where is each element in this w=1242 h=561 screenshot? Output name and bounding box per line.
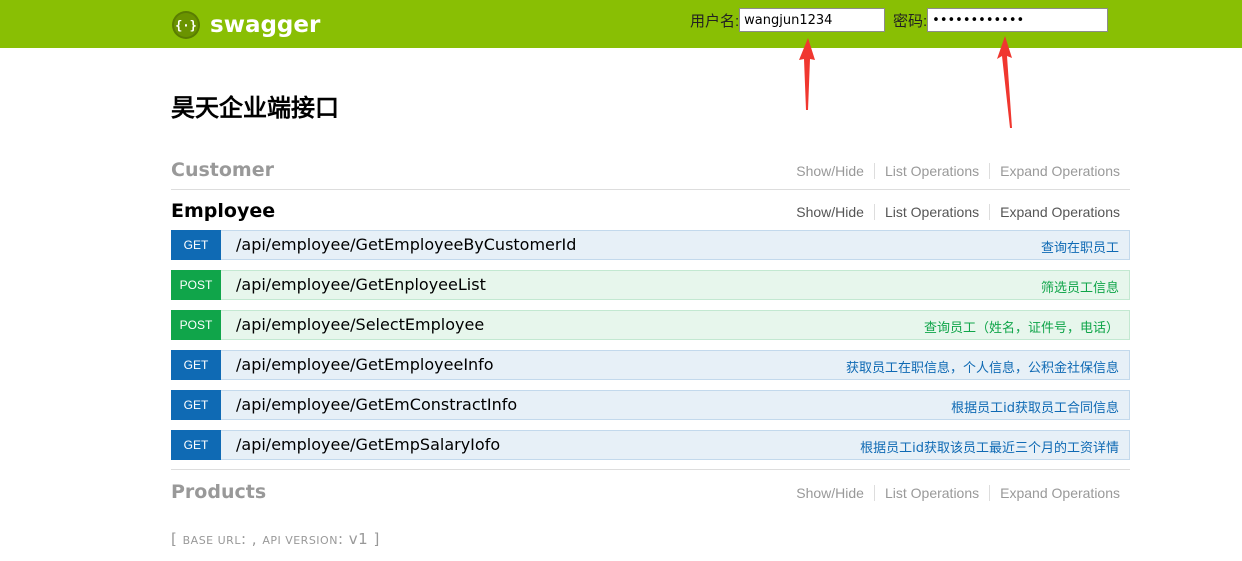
http-method-badge[interactable]: GET — [171, 390, 221, 420]
operation-path[interactable]: /api/employee/GetEnployeeList — [236, 275, 486, 294]
resource-name-products[interactable]: Products — [171, 481, 266, 503]
operation-row[interactable]: GET /api/employee/GetEmployeeByCustomerI… — [171, 230, 1130, 260]
expand-operations-link[interactable]: Expand Operations — [990, 163, 1130, 179]
operation-summary[interactable]: 获取员工在职信息，个人信息，公积金社保信息 — [846, 357, 1119, 376]
operation-summary[interactable]: 根据员工id获取员工合同信息 — [951, 397, 1119, 416]
footer-separator: : — [337, 530, 349, 548]
brand-name: swagger — [210, 12, 321, 38]
top-bar: {·} swagger 用户名: 密码: — [0, 0, 1242, 48]
footer-bracket: ] — [368, 530, 380, 548]
annotation-arrow-icon — [799, 38, 815, 110]
operation-row[interactable]: POST /api/employee/GetEnployeeList 筛选员工信… — [171, 270, 1130, 300]
operation-summary[interactable]: 筛选员工信息 — [1041, 277, 1119, 296]
password-label: 密码: — [893, 12, 928, 30]
divider — [171, 469, 1130, 470]
show-hide-link[interactable]: Show/Hide — [786, 204, 874, 220]
operation-row[interactable]: GET /api/employee/GetEmConstractInfo 根据员… — [171, 390, 1130, 420]
operation-path[interactable]: /api/employee/GetEmployeeInfo — [236, 355, 494, 374]
resource-products: Products Show/Hide List Operations Expan… — [171, 480, 1130, 508]
http-method-badge[interactable]: POST — [171, 270, 221, 300]
page-title: 昊天企业端接口 — [171, 94, 339, 122]
operation-row[interactable]: GET /api/employee/GetEmployeeInfo 获取员工在职… — [171, 350, 1130, 380]
http-method-badge[interactable]: GET — [171, 350, 221, 380]
api-version-label: API VERSION — [262, 534, 338, 547]
api-version-value: v1 — [348, 530, 369, 548]
http-method-badge[interactable]: GET — [171, 230, 221, 260]
resource-employee: Employee Show/Hide List Operations Expan… — [171, 199, 1130, 227]
resource-customer: Customer Show/Hide List Operations Expan… — [171, 158, 1130, 186]
show-hide-link[interactable]: Show/Hide — [786, 163, 874, 179]
operation-summary[interactable]: 查询在职员工 — [1041, 237, 1119, 256]
resource-actions: Show/Hide List Operations Expand Operati… — [786, 163, 1130, 179]
base-url-label: BASE URL — [182, 534, 241, 547]
list-operations-link[interactable]: List Operations — [875, 163, 989, 179]
resource-actions: Show/Hide List Operations Expand Operati… — [786, 204, 1130, 220]
operation-path[interactable]: /api/employee/SelectEmployee — [236, 315, 484, 334]
operation-summary[interactable]: 根据员工id获取该员工最近三个月的工资详情 — [860, 437, 1119, 456]
operation-path[interactable]: /api/employee/GetEmConstractInfo — [236, 395, 517, 414]
http-method-badge[interactable]: GET — [171, 430, 221, 460]
annotation-arrow-icon — [997, 36, 1012, 128]
show-hide-link[interactable]: Show/Hide — [786, 485, 874, 501]
password-group: 密码: — [893, 7, 1109, 33]
password-input[interactable] — [927, 8, 1109, 32]
http-method-badge[interactable]: POST — [171, 310, 221, 340]
footer-bracket: [ — [171, 530, 183, 548]
resource-actions: Show/Hide List Operations Expand Operati… — [786, 485, 1130, 501]
expand-operations-link[interactable]: Expand Operations — [990, 204, 1130, 220]
username-input[interactable] — [739, 8, 886, 32]
resource-name-employee[interactable]: Employee — [171, 200, 275, 222]
username-label: 用户名: — [690, 12, 740, 30]
operation-row[interactable]: POST /api/employee/SelectEmployee 查询员工（姓… — [171, 310, 1130, 340]
operation-summary[interactable]: 查询员工（姓名，证件号，电话） — [924, 317, 1119, 336]
divider — [171, 189, 1130, 190]
swagger-logo[interactable]: {·} swagger — [171, 10, 320, 40]
operation-row[interactable]: GET /api/employee/GetEmpSalaryIofo 根据员工i… — [171, 430, 1130, 460]
operation-path[interactable]: /api/employee/GetEmployeeByCustomerId — [236, 235, 576, 254]
operation-path[interactable]: /api/employee/GetEmpSalaryIofo — [236, 435, 500, 454]
api-info-footer: [ BASE URL: , API VERSION: v1 ] — [171, 530, 380, 548]
expand-operations-link[interactable]: Expand Operations — [990, 485, 1130, 501]
list-operations-link[interactable]: List Operations — [875, 485, 989, 501]
resource-name-customer[interactable]: Customer — [171, 159, 274, 181]
footer-separator: : , — [240, 530, 263, 548]
swagger-logo-icon: {·} — [172, 11, 200, 39]
list-operations-link[interactable]: List Operations — [875, 204, 989, 220]
username-group: 用户名: — [690, 7, 886, 33]
svg-text:{·}: {·} — [175, 19, 197, 33]
